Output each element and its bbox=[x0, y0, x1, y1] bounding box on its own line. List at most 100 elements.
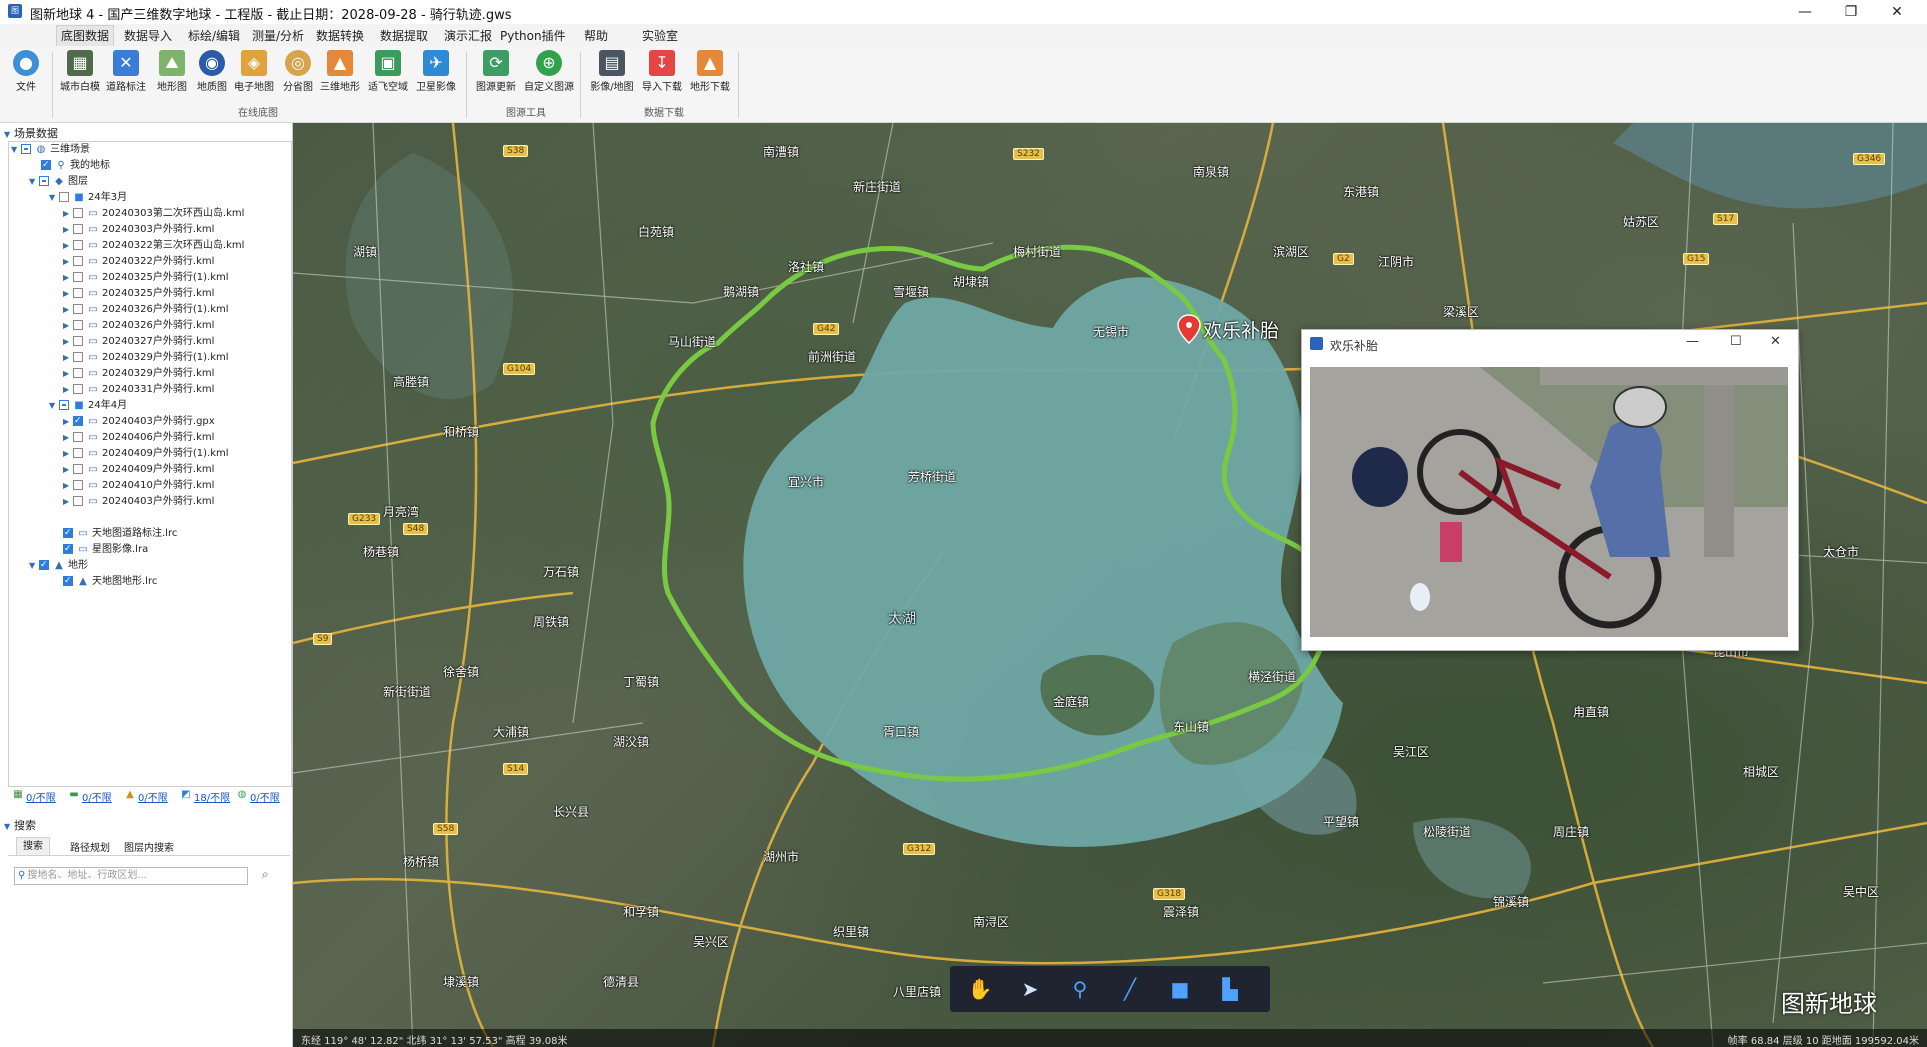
source-update-button[interactable]: ⟳ 图源更新 bbox=[474, 48, 518, 104]
tree-imagery[interactable]: ▭星图影像.lra bbox=[63, 541, 148, 558]
expand-arrow-icon[interactable]: ▶ bbox=[63, 430, 73, 446]
menu-help[interactable]: 帮助 bbox=[580, 27, 612, 44]
tree-file-item[interactable]: ▶ ▭ 20240326户外骑行(1).kml bbox=[63, 302, 229, 318]
menu-import[interactable]: 数据导入 bbox=[120, 27, 176, 44]
file-button[interactable]: ● 文件 bbox=[6, 48, 46, 104]
search-header[interactable]: ▼ 搜索 bbox=[4, 817, 36, 833]
tree-file-item[interactable]: ▶ ▭ 20240325户外骑行.kml bbox=[63, 286, 214, 302]
layer-checkbox[interactable] bbox=[73, 224, 83, 234]
layer-checkbox[interactable] bbox=[73, 304, 83, 314]
expand-arrow-icon[interactable]: ▶ bbox=[63, 334, 73, 350]
tab-layer-search[interactable]: 图层内搜索 bbox=[124, 839, 174, 854]
layer-checkbox[interactable] bbox=[73, 464, 83, 474]
expand-arrow-icon[interactable]: ▶ bbox=[63, 222, 73, 238]
tree-file-item[interactable]: ▶ ▭ 20240303第二次环西山岛.kml bbox=[63, 206, 244, 222]
topo-map-button[interactable]: ⛰ 地形图 bbox=[150, 48, 194, 104]
pointer-tool-icon[interactable]: ➤ bbox=[1016, 976, 1044, 1002]
terrain-download-button[interactable]: ▲ 地形下载 bbox=[688, 48, 732, 104]
tree-file-item[interactable]: ▶ ▭ 20240409户外骑行.kml bbox=[63, 462, 214, 478]
expand-arrow-icon[interactable]: ▶ bbox=[63, 238, 73, 254]
layer-checkbox[interactable] bbox=[73, 432, 83, 442]
layer-checkbox[interactable] bbox=[73, 384, 83, 394]
expand-arrow-icon[interactable]: ▶ bbox=[63, 206, 73, 222]
marker-label[interactable]: 欢乐补胎 bbox=[1203, 316, 1279, 343]
expand-arrow-icon[interactable]: ▶ bbox=[63, 270, 73, 286]
tree-layers[interactable]: ▼ ◆ 图层 bbox=[29, 174, 88, 190]
expand-arrow-icon[interactable]: ▶ bbox=[63, 446, 73, 462]
minimize-button[interactable]: — bbox=[1782, 0, 1828, 24]
stat-vectors[interactable]: 18/不限 bbox=[194, 789, 230, 804]
expand-arrow-icon[interactable]: ▶ bbox=[63, 462, 73, 478]
scene-data-header[interactable]: ▼ 场景数据 bbox=[4, 125, 58, 141]
layer-checkbox[interactable] bbox=[73, 288, 83, 298]
menu-measure[interactable]: 测量/分析 bbox=[248, 27, 308, 44]
tree-file-item[interactable]: ▶ ▭ 20240403户外骑行.gpx bbox=[63, 413, 215, 430]
close-button[interactable]: ✕ bbox=[1874, 0, 1920, 24]
expand-arrow-icon[interactable]: ▶ bbox=[63, 414, 73, 430]
tree-file-item[interactable]: ▶ ▭ 20240329户外骑行.kml bbox=[63, 366, 214, 382]
terrain-3d-button[interactable]: ▲ 三维地形 bbox=[318, 48, 362, 104]
tree-folder-april[interactable]: ▼ ■ 24年4月 bbox=[49, 398, 127, 414]
photo-maximize-button[interactable]: ☐ bbox=[1730, 334, 1742, 349]
tree-root[interactable]: ▼ ◍ 三维场景 bbox=[11, 142, 90, 158]
stat-models[interactable]: 0/不限 bbox=[26, 789, 56, 804]
menu-python[interactable]: Python插件 bbox=[496, 27, 570, 44]
layer-checkbox[interactable] bbox=[73, 480, 83, 490]
geology-map-button[interactable]: ◉ 地质图 bbox=[190, 48, 234, 104]
tree-terrain-file[interactable]: ▲天地图地形.lrc bbox=[63, 573, 157, 590]
layer-checkbox[interactable] bbox=[73, 336, 83, 346]
airspace-button[interactable]: ▣ 适飞空域 bbox=[366, 48, 410, 104]
custom-source-button[interactable]: ⊕ 自定义图源 bbox=[524, 48, 574, 104]
expand-arrow-icon[interactable]: ▶ bbox=[63, 254, 73, 270]
layer-checkbox[interactable] bbox=[73, 352, 83, 362]
tree-file-item[interactable]: ▶ ▭ 20240325户外骑行(1).kml bbox=[63, 270, 229, 286]
expand-arrow-icon[interactable]: ▶ bbox=[63, 478, 73, 494]
city-model-button[interactable]: ▦ 城市白模 bbox=[58, 48, 102, 104]
layer-checkbox[interactable] bbox=[73, 256, 83, 266]
road-label-button[interactable]: ✕ 道路标注 bbox=[104, 48, 148, 104]
layer-checkbox[interactable] bbox=[73, 272, 83, 282]
tree-file-item[interactable]: ▶ ▭ 20240403户外骑行.kml bbox=[63, 494, 214, 510]
tree-file-item[interactable]: ▶ ▭ 20240410户外骑行.kml bbox=[63, 478, 214, 494]
province-map-button[interactable]: ◎ 分省图 bbox=[276, 48, 320, 104]
import-download-button[interactable]: ↧ 导入下载 bbox=[640, 48, 684, 104]
menu-lab[interactable]: 实验室 bbox=[638, 27, 682, 44]
search-icon[interactable]: ⌕ bbox=[262, 867, 269, 882]
tree-file-item[interactable]: ▶ ▭ 20240406户外骑行.kml bbox=[63, 430, 214, 446]
polygon-tool-icon[interactable]: ■ bbox=[1166, 976, 1194, 1002]
stat-services[interactable]: 0/不限 bbox=[250, 789, 280, 804]
stat-terrain[interactable]: 0/不限 bbox=[138, 789, 168, 804]
hand-tool-icon[interactable]: ✋ bbox=[966, 976, 994, 1002]
tab-search[interactable]: 搜索 bbox=[16, 837, 50, 855]
layer-checkbox[interactable] bbox=[73, 240, 83, 250]
tree-file-item[interactable]: ▶ ▭ 20240322户外骑行.kml bbox=[63, 254, 214, 270]
search-input[interactable]: ⚲ 搜地名、地址、行政区划... bbox=[14, 867, 248, 885]
chart-tool-icon[interactable]: ▙ bbox=[1216, 976, 1244, 1002]
line-tool-icon[interactable]: ╱ bbox=[1116, 976, 1144, 1002]
tree-file-item[interactable]: ▶ ▭ 20240303户外骑行.kml bbox=[63, 222, 214, 238]
layer-checkbox[interactable] bbox=[73, 320, 83, 330]
layer-checkbox[interactable] bbox=[73, 208, 83, 218]
expand-arrow-icon[interactable]: ▶ bbox=[63, 302, 73, 318]
tree-my-places[interactable]: ⚲我的地标 bbox=[41, 157, 110, 174]
menu-extract[interactable]: 数据提取 bbox=[376, 27, 432, 44]
tree-road-labels[interactable]: ▭天地图道路标注.lrc bbox=[63, 525, 177, 542]
stat-images[interactable]: 0/不限 bbox=[82, 789, 112, 804]
menu-draw-edit[interactable]: 标绘/编辑 bbox=[184, 27, 244, 44]
menu-present[interactable]: 演示汇报 bbox=[440, 27, 496, 44]
expand-arrow-icon[interactable]: ▶ bbox=[63, 382, 73, 398]
expand-arrow-icon[interactable]: ▶ bbox=[63, 494, 73, 510]
tree-file-item[interactable]: ▶ ▭ 20240327户外骑行.kml bbox=[63, 334, 214, 350]
expand-arrow-icon[interactable]: ▶ bbox=[63, 366, 73, 382]
layer-checkbox[interactable] bbox=[73, 368, 83, 378]
menu-basemap[interactable]: 底图数据 bbox=[56, 25, 115, 46]
expand-arrow-icon[interactable]: ▶ bbox=[63, 286, 73, 302]
expand-arrow-icon[interactable]: ▶ bbox=[63, 318, 73, 334]
electronic-map-button[interactable]: ◈ 电子地图 bbox=[232, 48, 276, 104]
layer-checkbox[interactable] bbox=[73, 496, 83, 506]
placemark-tool-icon[interactable]: ⚲ bbox=[1066, 976, 1094, 1002]
image-map-button[interactable]: ▤ 影像/地图 bbox=[590, 48, 634, 104]
layer-checkbox[interactable] bbox=[73, 448, 83, 458]
tree-file-item[interactable]: ▶ ▭ 20240326户外骑行.kml bbox=[63, 318, 214, 334]
photo-minimize-button[interactable]: — bbox=[1686, 334, 1699, 349]
